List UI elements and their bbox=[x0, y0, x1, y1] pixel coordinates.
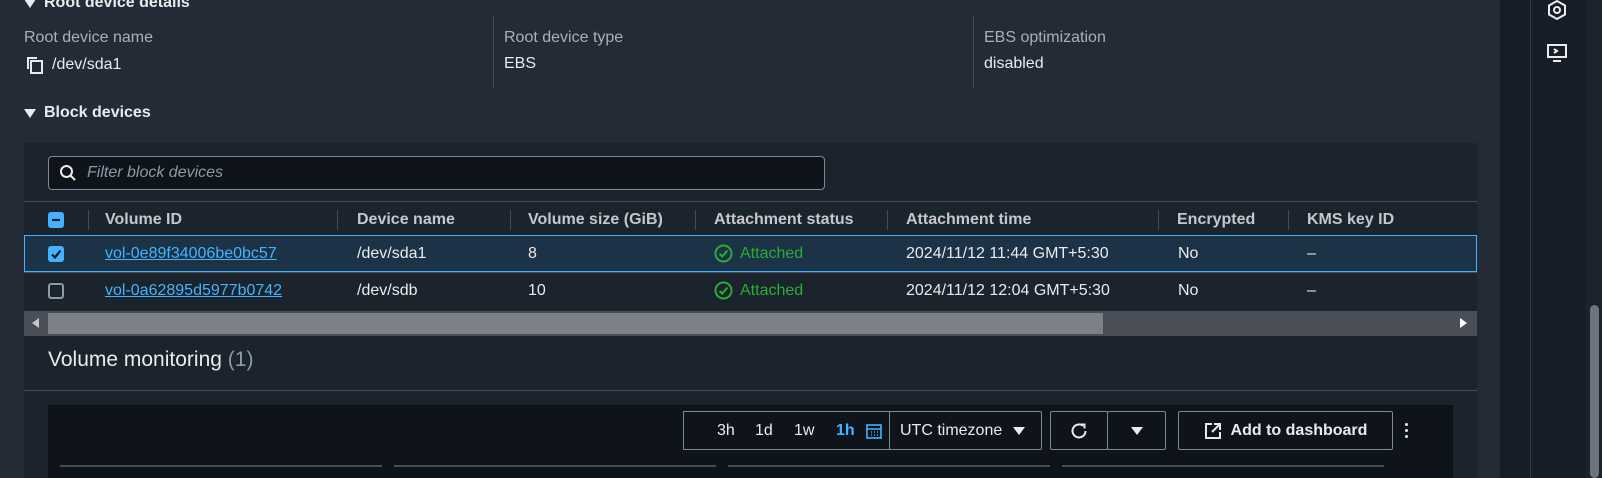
chart-placeholder bbox=[394, 465, 716, 471]
success-icon bbox=[714, 281, 733, 300]
root-device-name-label: Root device name bbox=[24, 29, 153, 46]
cloudshell-icon[interactable] bbox=[1544, 0, 1570, 23]
range-1h-selected[interactable]: 1h bbox=[836, 422, 855, 440]
vertical-scrollbar[interactable] bbox=[1586, 0, 1602, 478]
filter-box bbox=[48, 156, 825, 190]
row-checkbox[interactable] bbox=[48, 236, 64, 271]
kms-key-id: – bbox=[1307, 281, 1316, 299]
chart-placeholder bbox=[1062, 465, 1384, 471]
attachment-time: 2024/11/12 12:04 GMT+5:30 bbox=[906, 281, 1110, 299]
main-content: Root device details Root device name /de… bbox=[0, 0, 1500, 478]
ebs-optimization-value: disabled bbox=[984, 55, 1044, 72]
refresh-options-dropdown[interactable] bbox=[1107, 411, 1166, 450]
kms-key-id: – bbox=[1307, 244, 1316, 262]
caret-down-icon bbox=[1130, 426, 1143, 435]
block-devices-header[interactable]: Block devices bbox=[24, 104, 151, 122]
table-row[interactable]: vol-0a62895d5977b0742 /dev/sdb 10 Attach… bbox=[24, 272, 1477, 309]
divider bbox=[973, 16, 974, 89]
caret-down-icon bbox=[24, 108, 36, 118]
divider bbox=[493, 16, 494, 89]
device-name: /dev/sdb bbox=[357, 281, 418, 299]
root-device-name: Root device name /dev/sda1 bbox=[24, 29, 153, 75]
attachment-status: Attached bbox=[714, 273, 803, 308]
root-device-type: Root device type EBS bbox=[504, 29, 623, 73]
root-device-details-header[interactable]: Root device details bbox=[24, 0, 190, 12]
caret-down-icon bbox=[24, 0, 36, 8]
volume-id-link[interactable]: vol-0a62895d5977b0742 bbox=[105, 273, 282, 308]
volume-monitoring-panel: Volume monitoring (1) 3h 1d 1w 1h UTC ti… bbox=[24, 343, 1477, 478]
volume-monitoring-title: Volume monitoring (1) bbox=[48, 348, 254, 371]
horizontal-scrollbar[interactable] bbox=[24, 311, 1477, 336]
screen-share-icon[interactable] bbox=[1544, 40, 1570, 66]
scroll-right-icon[interactable] bbox=[1460, 318, 1467, 328]
block-devices-panel: Volume ID Device name Volume size (GiB) … bbox=[24, 143, 1477, 343]
time-range-selector: 3h 1d 1w 1h bbox=[683, 411, 890, 450]
select-all-checkbox[interactable] bbox=[48, 202, 64, 238]
external-link-icon bbox=[1204, 422, 1221, 439]
column-header-attachment-status[interactable]: Attachment status bbox=[714, 202, 854, 238]
volume-size: 8 bbox=[528, 244, 537, 262]
search-icon bbox=[60, 165, 76, 181]
chart-placeholder bbox=[60, 465, 382, 471]
volume-count: (1) bbox=[227, 348, 254, 371]
success-icon bbox=[714, 244, 733, 263]
calendar-icon[interactable] bbox=[866, 423, 882, 439]
volume-id-link[interactable]: vol-0e89f34006be0bc57 bbox=[105, 236, 277, 271]
ebs-optimization: EBS optimization disabled bbox=[984, 29, 1106, 73]
root-device-type-value: EBS bbox=[504, 55, 537, 72]
more-options-icon[interactable] bbox=[1405, 423, 1408, 438]
column-header-volume-size[interactable]: Volume size (GiB) bbox=[528, 202, 663, 238]
scrollbar-thumb[interactable] bbox=[1590, 305, 1599, 478]
split-panel-gutter bbox=[1500, 0, 1530, 478]
attachment-time: 2024/11/12 11:44 GMT+5:30 bbox=[906, 244, 1109, 262]
encrypted: No bbox=[1178, 281, 1199, 299]
column-header-kms-key-id[interactable]: KMS key ID bbox=[1307, 202, 1394, 238]
divider bbox=[24, 390, 1477, 391]
column-header-attachment-time[interactable]: Attachment time bbox=[906, 202, 1031, 238]
timezone-dropdown[interactable]: UTC timezone bbox=[889, 411, 1042, 450]
table-header: Volume ID Device name Volume size (GiB) … bbox=[24, 201, 1477, 237]
right-tools-bar bbox=[1530, 0, 1586, 478]
monitoring-toolbar-area: 3h 1d 1w 1h UTC timezone Add to dashboar… bbox=[48, 405, 1453, 478]
copy-icon[interactable] bbox=[24, 55, 44, 75]
ebs-optimization-label: EBS optimization bbox=[984, 29, 1106, 46]
attachment-status: Attached bbox=[714, 236, 803, 271]
add-to-dashboard-button[interactable]: Add to dashboard bbox=[1178, 411, 1393, 450]
refresh-button[interactable] bbox=[1050, 411, 1108, 450]
root-device-name-value: /dev/sda1 bbox=[52, 56, 122, 73]
range-3h[interactable]: 3h bbox=[717, 422, 735, 440]
scroll-left-icon[interactable] bbox=[32, 318, 39, 328]
refresh-icon bbox=[1071, 422, 1087, 438]
chart-placeholder bbox=[728, 465, 1050, 471]
scrollbar-thumb[interactable] bbox=[48, 313, 1103, 334]
filter-block-devices-input[interactable] bbox=[87, 164, 787, 182]
row-checkbox[interactable] bbox=[48, 273, 64, 308]
column-header-volume-id[interactable]: Volume ID bbox=[105, 202, 182, 238]
column-header-device-name[interactable]: Device name bbox=[357, 202, 455, 238]
column-header-encrypted[interactable]: Encrypted bbox=[1177, 202, 1255, 238]
range-1d[interactable]: 1d bbox=[755, 422, 773, 440]
range-1w[interactable]: 1w bbox=[794, 422, 814, 440]
encrypted: No bbox=[1178, 244, 1199, 262]
table-row[interactable]: vol-0e89f34006be0bc57 /dev/sda1 8 Attach… bbox=[24, 235, 1477, 272]
volume-size: 10 bbox=[528, 281, 546, 299]
device-name: /dev/sda1 bbox=[357, 244, 427, 262]
caret-down-icon bbox=[1013, 426, 1026, 435]
root-device-type-label: Root device type bbox=[504, 29, 624, 46]
